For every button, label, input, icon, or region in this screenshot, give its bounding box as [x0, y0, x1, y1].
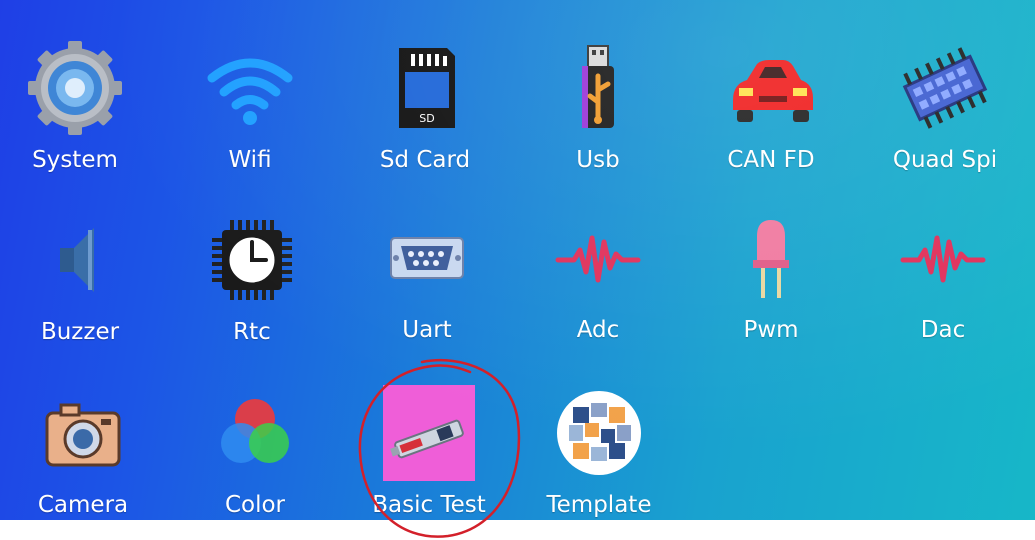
app-label: CAN FD	[727, 147, 815, 173]
app-label: Color	[224, 492, 286, 518]
car-icon	[723, 40, 819, 136]
app-camera[interactable]: Camera	[8, 385, 158, 520]
app-label: Usb	[576, 147, 620, 173]
app-label: Dac	[920, 317, 966, 343]
app-label: Rtc	[233, 319, 271, 345]
app-dac[interactable]: Dac	[868, 210, 1018, 370]
app-basic-test[interactable]: Basic Test	[354, 385, 504, 520]
app-template[interactable]: Template	[524, 385, 674, 520]
usb-icon	[550, 40, 646, 136]
app-adc[interactable]: Adc	[523, 210, 673, 370]
gear-icon	[27, 40, 123, 136]
app-buzzer[interactable]: Buzzer	[5, 212, 155, 372]
speaker-icon	[32, 212, 128, 308]
app-color[interactable]: Color	[180, 385, 330, 520]
wifi-icon	[202, 40, 298, 136]
app-system[interactable]: System	[0, 40, 150, 200]
app-sd-card[interactable]: SD Sd Card	[350, 40, 500, 200]
template-tiles-icon	[551, 385, 647, 481]
app-pwm[interactable]: Pwm	[696, 210, 846, 370]
led-icon	[723, 210, 819, 306]
app-label: Buzzer	[40, 319, 120, 345]
app-label: Pwm	[743, 317, 799, 343]
app-quad-spi[interactable]: Quad Spi	[870, 40, 1020, 200]
app-label: Quad Spi	[892, 147, 998, 173]
serial-port-icon	[379, 210, 475, 306]
app-label: Basic Test	[372, 492, 486, 518]
waveform-icon	[550, 210, 646, 306]
svg-text:SD: SD	[419, 112, 434, 125]
app-label: Sd Card	[379, 147, 471, 173]
app-can-fd[interactable]: CAN FD	[696, 40, 846, 200]
chip-icon	[897, 40, 993, 136]
app-usb[interactable]: Usb	[523, 40, 673, 200]
app-label: Template	[546, 492, 652, 518]
app-wifi[interactable]: Wifi	[175, 40, 325, 200]
camera-icon	[35, 385, 131, 481]
waveform-icon	[895, 210, 991, 306]
app-label: Adc	[576, 317, 620, 343]
app-label: Wifi	[228, 147, 272, 173]
launcher-screen: System Wifi SD Sd Card Usb CAN FD Quad S…	[0, 0, 1035, 520]
color-circles-icon	[207, 385, 303, 481]
app-label: Camera	[37, 492, 129, 518]
app-rtc[interactable]: Rtc	[177, 212, 327, 372]
sd-card-icon: SD	[377, 40, 473, 136]
clock-chip-icon	[204, 212, 300, 308]
app-uart[interactable]: Uart	[352, 210, 502, 370]
app-label: System	[32, 147, 118, 173]
test-tool-icon	[381, 385, 477, 481]
app-label: Uart	[402, 317, 452, 343]
